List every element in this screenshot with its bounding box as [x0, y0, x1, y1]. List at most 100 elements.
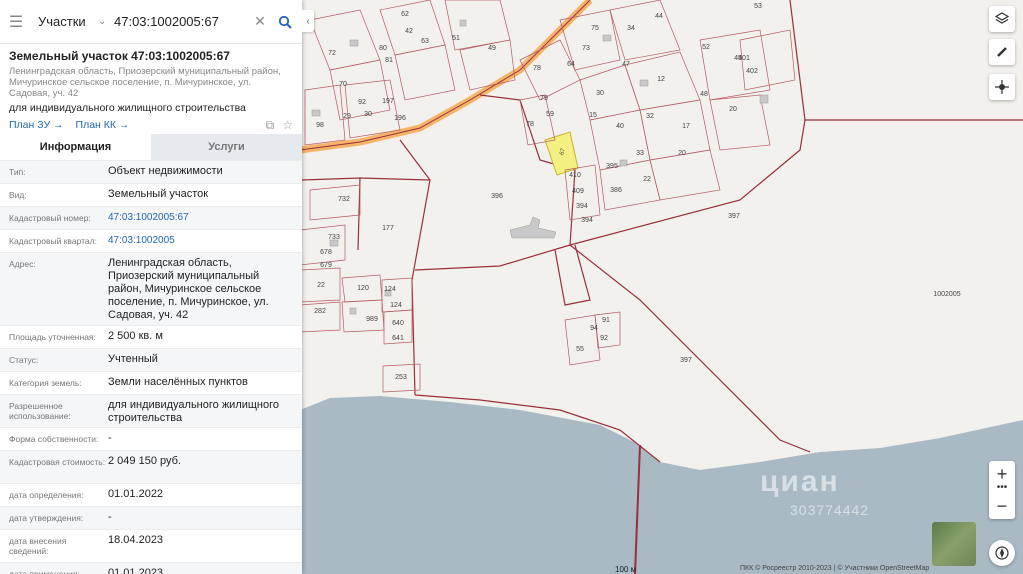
svg-text:386: 386	[610, 187, 622, 194]
svg-text:394: 394	[576, 203, 588, 210]
info-row: Категория земель: Земли населённых пункто…	[0, 371, 302, 394]
svg-text:394: 394	[581, 217, 593, 224]
svg-text:80: 80	[379, 45, 387, 52]
svg-text:47: 47	[622, 61, 630, 68]
info-row-key: Кадастровая стоимость:	[9, 457, 106, 467]
svg-text:30: 30	[364, 111, 372, 118]
info-row-value: 2 500 кв. м	[108, 330, 163, 342]
search-bar: ☰ Участки ⌄ 47:03:1002005:67 ✕	[0, 0, 302, 44]
compass-button[interactable]	[989, 540, 1015, 566]
info-row-link[interactable]: 47:03:1002005	[108, 230, 293, 252]
info-row-value: 18.04.2023	[108, 534, 164, 546]
svg-text:124: 124	[384, 286, 396, 293]
compass-icon	[995, 546, 1009, 560]
svg-text:62: 62	[401, 11, 409, 18]
map-copyright: ПКК © Росреестр 2010-2023 | © Участники …	[740, 565, 930, 572]
svg-text:282: 282	[314, 308, 326, 315]
svg-text:53: 53	[754, 3, 762, 10]
svg-text:1002005: 1002005	[933, 291, 960, 298]
plan-zu-link[interactable]: План ЗУ →	[9, 119, 64, 131]
parcel-address: Ленинградская область, Приозерский муниц…	[9, 66, 281, 99]
info-row-value: Ленинградская область, Приозерский муниц…	[108, 257, 269, 321]
info-row: Статус: Учтенный	[0, 348, 302, 371]
star-icon[interactable]: ☆	[282, 118, 293, 132]
menu-icon[interactable]: ☰	[0, 0, 32, 44]
info-row: дата определения: 01.01.2022	[0, 483, 302, 506]
layers-button[interactable]	[989, 6, 1015, 32]
parcel-title: Земельный участок 47:03:1002005:67	[9, 49, 230, 63]
basemap-thumbnail[interactable]	[932, 522, 976, 566]
info-row: Адрес: Ленинградская область, Приозерский…	[0, 252, 302, 325]
svg-text:17: 17	[682, 123, 690, 130]
svg-text:177: 177	[382, 225, 394, 232]
info-table: Тип: Объект недвижимости Вид: Земельный уча…	[0, 160, 302, 574]
cian-watermark: циан	[760, 465, 840, 498]
svg-text:732: 732	[338, 196, 350, 203]
search-button[interactable]	[268, 0, 302, 44]
svg-text:120: 120	[357, 285, 369, 292]
svg-text:32: 32	[646, 113, 654, 120]
svg-text:51: 51	[452, 35, 460, 42]
svg-text:22: 22	[317, 282, 325, 289]
info-row: Площадь уточненная: 2 500 кв. м	[0, 325, 302, 348]
info-row: Кадастровый номер: 47:03:1002005:67	[0, 206, 302, 229]
svg-text:94: 94	[590, 325, 598, 332]
info-row-key: Адрес:	[9, 259, 36, 269]
svg-text:397: 397	[728, 213, 740, 220]
svg-text:410: 410	[569, 172, 581, 179]
info-row-key: дата утверждения:	[9, 513, 84, 523]
plan-kk-link[interactable]: План КК →	[76, 119, 130, 131]
locate-button[interactable]	[989, 74, 1015, 100]
info-row-value: Учтенный	[108, 353, 158, 365]
map-scale: 100 м	[615, 565, 637, 574]
svg-text:29: 29	[343, 113, 351, 120]
svg-text:12: 12	[657, 76, 665, 83]
ruler-button[interactable]	[989, 39, 1015, 65]
svg-text:641: 641	[392, 335, 404, 342]
svg-text:78: 78	[533, 65, 541, 72]
search-input[interactable]: 47:03:1002005:67	[114, 14, 252, 29]
info-row-key: Кадастровый номер:	[9, 213, 91, 223]
svg-text:33: 33	[636, 150, 644, 157]
info-row-value: Объект недвижимости	[108, 165, 223, 177]
info-row: Разрешенное использование: для индивидуал…	[0, 394, 302, 427]
info-row-value: Земли населённых пунктов	[108, 376, 248, 388]
svg-text:679: 679	[320, 262, 332, 269]
info-row-key: дата применения:	[9, 569, 80, 574]
svg-text:409: 409	[572, 188, 584, 195]
svg-text:197: 197	[382, 98, 394, 105]
info-panel: ☰ Участки ⌄ 47:03:1002005:67 ✕ Земельный…	[0, 0, 302, 574]
svg-text:397: 397	[680, 357, 692, 364]
info-row-key: Площадь уточненная:	[9, 332, 96, 342]
info-row-link[interactable]: 47:03:1002005:67	[108, 207, 293, 229]
tab-info[interactable]: Информация	[0, 134, 151, 160]
svg-text:79: 79	[540, 95, 548, 102]
svg-text:20: 20	[678, 150, 686, 157]
crosshair-icon	[995, 80, 1009, 94]
info-row-value: 2 049 150 руб.	[108, 455, 181, 467]
info-row-value: -	[108, 432, 112, 444]
svg-text:91: 91	[602, 317, 610, 324]
chevron-down-icon[interactable]: ⌄	[98, 16, 112, 27]
svg-text:55: 55	[576, 346, 584, 353]
search-category-select[interactable]: Участки	[38, 14, 98, 29]
svg-text:22: 22	[643, 176, 651, 183]
info-row-key: Разрешенное использование:	[9, 401, 71, 421]
svg-text:63: 63	[421, 38, 429, 45]
parcel-links: План ЗУ → План КК → ⧉ ☆	[0, 114, 302, 133]
info-row-key: Вид:	[9, 190, 27, 200]
copy-icon[interactable]: ⧉	[266, 118, 275, 133]
info-row: Кадастровый квартал: 47:03:1002005	[0, 229, 302, 252]
svg-text:34: 34	[627, 25, 635, 32]
svg-text:15: 15	[589, 112, 597, 119]
svg-text:72: 72	[328, 50, 336, 57]
zoom-out-button[interactable]: −	[997, 493, 1008, 519]
svg-text:401: 401	[738, 55, 750, 62]
info-row-value: для индивидуального жилищного строительс…	[108, 399, 280, 424]
info-row-key: Форма собственности:	[9, 434, 99, 444]
collapse-panel-button[interactable]: ‹	[302, 10, 314, 32]
tab-services[interactable]: Услуги	[151, 134, 302, 160]
info-row-key: Тип:	[9, 167, 26, 177]
svg-text:989: 989	[366, 316, 378, 323]
clear-icon[interactable]: ✕	[252, 13, 268, 30]
